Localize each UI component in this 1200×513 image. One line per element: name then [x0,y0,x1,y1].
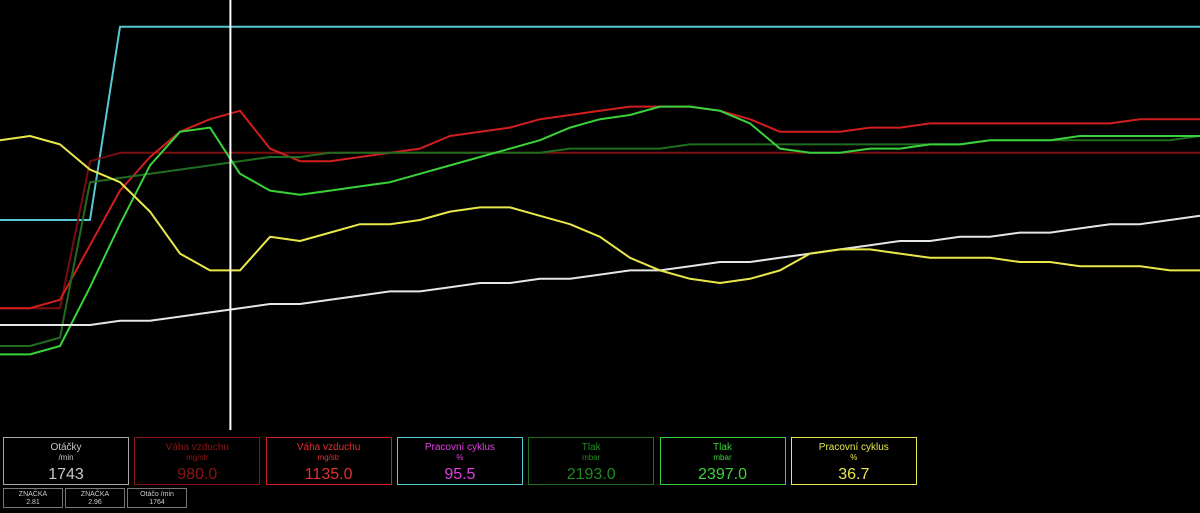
panel-unit: mg/str [186,453,209,462]
value-panel-6: Tlak mbar 2397.0 [659,437,786,485]
panel-value: 2397.0 [698,466,747,483]
panel-value: 95.5 [444,466,476,483]
panel-label: Váha vzduchu [165,442,229,453]
panel-unit: mbar [582,453,601,462]
marker-box-3: Otáčo /min 1764 [127,488,187,508]
marker-label: ZNAČKA [80,491,110,498]
panel-unit: % [850,453,858,462]
marker-label: ZNAČKA [18,491,48,498]
panel-value: 36.7 [838,466,870,483]
panel-unit: mbar [713,453,732,462]
marker-box-2: ZNAČKA 2.96 [65,488,125,508]
panel-label: Tlak [581,442,601,453]
line-chart[interactable] [0,0,1200,430]
value-panel-4: Pracovní cyklus% 95.5 [396,437,523,485]
panel-value: 2193.0 [566,466,616,483]
panel-unit: /min [58,453,74,462]
panel-value: 980.0 [177,466,218,483]
panel-value: 1743 [48,466,84,483]
series-line-6 [0,214,1200,326]
value-panel-2: Váha vzduchu mg/str 980.0 [134,437,261,485]
series-line-3 [0,105,1200,310]
value-panel-5: Tlak mbar 2193.0 [528,437,655,485]
series-line-2 [0,151,1200,310]
panel-label: Tlak [713,442,732,453]
value-panel-7: Pracovní cyklus% 36.7 [790,437,917,485]
value-panel-3: Váha vzduchu mg/str 1135.0 [265,437,392,485]
panel-label: Pracovní cyklus [424,442,495,453]
panel-label: Otáčky [50,442,82,453]
value-panel-1: Otáčky/min 1743 [3,437,129,485]
panel-label: Pracovní cyklus [818,442,889,453]
series-line-7 [0,135,1200,284]
marker-box-1: ZNAČKA 2.81 [3,488,63,508]
panel-label: Váha vzduchu [296,442,361,453]
marker-value: 1764 [149,499,165,506]
panel-value: 1135.0 [304,466,353,483]
panel-unit: mg/str [317,453,340,462]
marker-value: 2.81 [26,499,40,506]
marker-value: 2.96 [88,499,102,506]
series-line-4 [0,135,1200,347]
panel-unit: % [456,453,464,462]
marker-label: Otáčo /min [140,491,174,498]
